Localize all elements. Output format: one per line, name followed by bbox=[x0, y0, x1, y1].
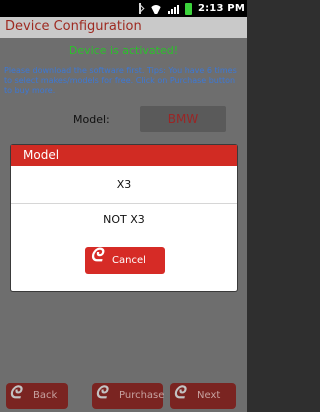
dialog-title: Model bbox=[23, 148, 60, 162]
option-x3[interactable]: X3 bbox=[11, 171, 237, 199]
cancel-label: Cancel bbox=[112, 255, 146, 266]
back-label: Back bbox=[33, 390, 58, 401]
status-bar: 2:13 PM bbox=[0, 0, 247, 17]
cancel-button[interactable]: ᘓ Cancel bbox=[85, 245, 165, 274]
model-select-button[interactable]: BMW bbox=[140, 106, 226, 132]
purchase-label: Purchase bbox=[119, 390, 165, 401]
signal-icon bbox=[167, 4, 179, 14]
divider bbox=[11, 203, 237, 204]
next-label: Next bbox=[197, 390, 221, 401]
title-bar: Device Configuration bbox=[0, 17, 247, 38]
model-dialog: Model X3 NOT X3 ᘓ Cancel bbox=[11, 145, 237, 291]
battery-icon bbox=[184, 2, 192, 15]
activated-status: Device is activated! bbox=[68, 44, 179, 57]
dialog-header: Model bbox=[11, 145, 237, 166]
status-time: 2:13 PM bbox=[197, 3, 245, 14]
back-button[interactable]: ᘓ Back bbox=[6, 383, 68, 409]
swirl-logo-icon: ᘓ bbox=[173, 383, 185, 403]
wifi-icon bbox=[150, 4, 162, 14]
swirl-logo-icon: ᘓ bbox=[9, 383, 21, 403]
next-button[interactable]: ᘓ Next bbox=[170, 383, 236, 409]
bluetooth-icon bbox=[136, 3, 144, 14]
page-title: Device Configuration bbox=[5, 19, 142, 34]
model-label: Model: bbox=[73, 113, 110, 126]
option-not-x3[interactable]: NOT X3 bbox=[11, 206, 237, 234]
purchase-button[interactable]: ᘓ Purchase bbox=[92, 383, 165, 409]
info-text: Please download the software first. Tips… bbox=[4, 66, 237, 95]
swirl-logo-icon: ᘓ bbox=[95, 383, 107, 403]
swirl-logo-icon: ᘓ bbox=[90, 245, 103, 266]
